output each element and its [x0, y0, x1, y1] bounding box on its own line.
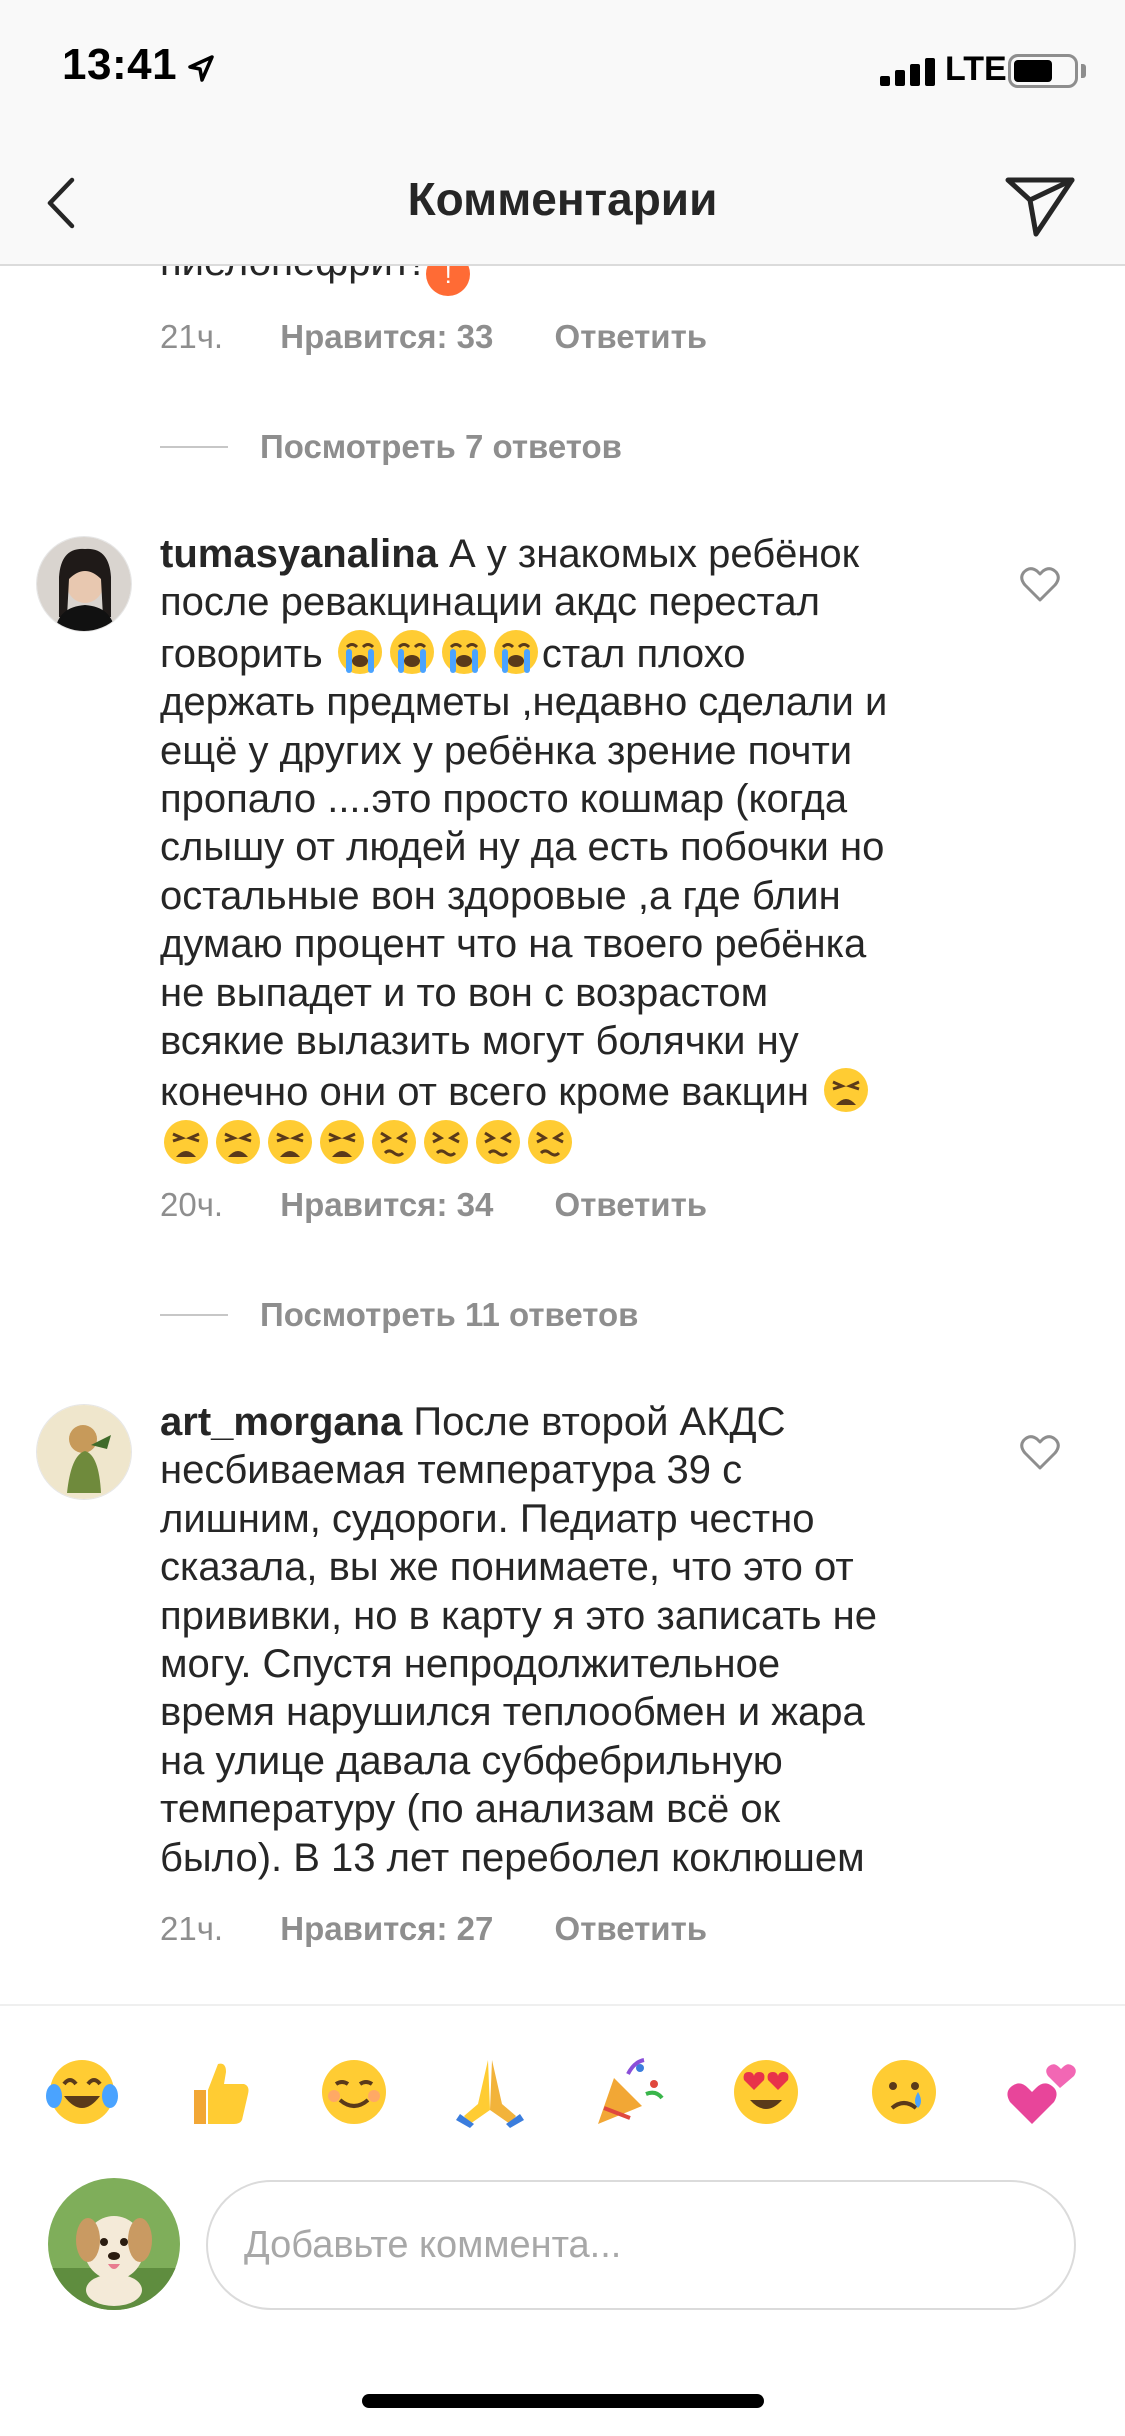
emoji-row	[160, 1119, 576, 1166]
comment-line: несбиваемая температура 39 с	[160, 1448, 743, 1493]
previous-comment-text-cut: пиелонефрит!	[160, 266, 422, 284]
persevering-face-emoji-icon	[424, 1119, 468, 1164]
angry-emoji-icon: !	[426, 266, 471, 296]
status-bar: 13:41 LTE	[0, 0, 1125, 140]
comment-time: 20ч.	[160, 1186, 224, 1223]
battery-icon	[1008, 54, 1078, 88]
folded-hands-emoji-icon[interactable]	[452, 2054, 528, 2130]
comment-text: tumasyanalina А у знакомых ребёнок после…	[160, 530, 960, 1168]
comment-time: 21ч.	[160, 318, 224, 355]
previous-comment-meta: 21ч. Нравится: 33 Ответить	[160, 318, 707, 356]
like-heart-icon[interactable]	[1019, 1434, 1061, 1472]
persevering-face-emoji-icon	[528, 1119, 572, 1164]
weary-face-emoji-icon	[164, 1119, 208, 1164]
weary-face-emoji-icon	[320, 1119, 364, 1164]
loudly-crying-emoji-icon	[337, 629, 382, 674]
location-arrow-icon	[188, 55, 214, 82]
divider-line	[160, 446, 228, 448]
comment-line: было). В 13 лет переболел коклюшем	[160, 1835, 865, 1880]
comment-input-bar	[0, 2174, 1125, 2436]
cellular-signal-icon	[880, 58, 938, 86]
comment-line: После второй АКДС	[402, 1400, 786, 1444]
status-time: 13:41	[62, 40, 178, 89]
avatar[interactable]	[36, 1404, 132, 1500]
persevering-face-emoji-icon	[476, 1119, 520, 1164]
loudly-crying-emoji-icon	[441, 629, 486, 674]
comment-line: стал плохо	[541, 631, 746, 676]
divider-line	[160, 1314, 228, 1316]
heart-eyes-emoji-icon[interactable]	[728, 2054, 804, 2130]
comment-time: 21ч.	[160, 1910, 224, 1947]
view-replies-label: Посмотреть 7 ответов	[260, 428, 622, 465]
comment-line: всякие вылазить могут болячки ну	[160, 1019, 799, 1064]
crying-emoji-icon[interactable]	[866, 2054, 942, 2130]
comment-username[interactable]: tumasyanalina	[160, 532, 438, 576]
comment-line: А у знакомых ребёнок	[437, 532, 860, 576]
direct-send-icon[interactable]	[1000, 162, 1080, 242]
comment-line: температуру (по анализам всё ок	[160, 1787, 781, 1832]
comment-line: конечно они от всего кроме вакцин	[160, 1070, 821, 1115]
loudly-crying-emoji-icon	[493, 629, 538, 674]
reply-button[interactable]: Ответить	[555, 1186, 708, 1223]
battery-tip	[1081, 64, 1086, 78]
comment-line: прививки, но в карту я это записать не	[160, 1593, 877, 1638]
two-hearts-emoji-icon[interactable]	[1004, 2054, 1080, 2130]
home-indicator[interactable]	[362, 2394, 764, 2408]
comment-meta: 21ч. Нравится: 27 Ответить	[160, 1910, 707, 1948]
view-replies-button[interactable]: Посмотреть 11 ответов	[160, 1296, 638, 1334]
avatar[interactable]	[36, 536, 132, 632]
previous-comment-text: пиелонефрит!!	[160, 266, 471, 296]
view-replies-button[interactable]: Посмотреть 7 ответов	[160, 428, 622, 466]
comment-likes[interactable]: Нравится: 33	[280, 318, 493, 355]
comment-line: сказала, вы же понимаете, что это от	[160, 1545, 854, 1590]
nav-header: Комментарии	[0, 140, 1125, 266]
reply-button[interactable]: Ответить	[555, 318, 708, 355]
persevering-face-emoji-icon	[372, 1119, 416, 1164]
network-type: LTE	[945, 50, 1007, 88]
comment-likes[interactable]: Нравится: 27	[280, 1910, 493, 1947]
comment-meta: 20ч. Нравится: 34 Ответить	[160, 1186, 707, 1224]
tears-of-joy-emoji-icon[interactable]	[44, 2054, 120, 2130]
comment-line: после ревакцинации акдс перестал	[160, 580, 820, 625]
current-user-avatar	[48, 2178, 180, 2310]
comment-line: ещё у других у ребёнка зрение почти	[160, 728, 853, 773]
comment-line: слышу от людей ну да есть побочки но	[160, 825, 885, 870]
comment-input[interactable]	[206, 2180, 1076, 2310]
view-replies-label: Посмотреть 11 ответов	[260, 1296, 639, 1333]
thumbs-up-emoji-icon[interactable]	[180, 2054, 256, 2130]
comment-line: могу. Спустя непродолжительное	[160, 1642, 781, 1687]
weary-face-emoji-icon	[268, 1119, 312, 1164]
comment-line: остальные вон здоровые ,а где блин	[160, 873, 841, 918]
party-popper-emoji-icon[interactable]	[590, 2054, 666, 2130]
like-heart-icon[interactable]	[1019, 566, 1061, 604]
comment-line: лишним, судороги. Педиатр честно	[160, 1496, 815, 1541]
comment-line: на улице давала субфебрильную	[160, 1738, 783, 1783]
weary-face-emoji-icon	[824, 1068, 869, 1113]
comment-line: время нарушился теплообмен и жара	[160, 1690, 865, 1735]
comment-likes[interactable]: Нравится: 34	[280, 1186, 493, 1223]
reply-button[interactable]: Ответить	[555, 1910, 708, 1947]
comment-line: говорить	[160, 631, 334, 676]
comment-line: думаю процент что на твоего ребёнка	[160, 922, 867, 967]
weary-face-emoji-icon	[216, 1119, 260, 1164]
comment-line: не выпадет и то вон с возрастом	[160, 970, 769, 1015]
loudly-crying-emoji-icon	[389, 629, 434, 674]
comments-list[interactable]: пиелонефрит!! 21ч. Нравится: 33 Ответить…	[0, 266, 1125, 2004]
comment-username[interactable]: art_morgana	[160, 1400, 402, 1444]
smiling-emoji-icon[interactable]	[316, 2054, 392, 2130]
comment-line: пропало ....это просто кошмар (когда	[160, 777, 848, 822]
page-title: Комментарии	[407, 173, 718, 225]
comment-text: art_morgana После второй АКДС несбиваема…	[160, 1398, 960, 1882]
emoji-quick-bar	[0, 2004, 1125, 2174]
comment-line: держать предметы ,недавно сделали и	[160, 680, 888, 725]
